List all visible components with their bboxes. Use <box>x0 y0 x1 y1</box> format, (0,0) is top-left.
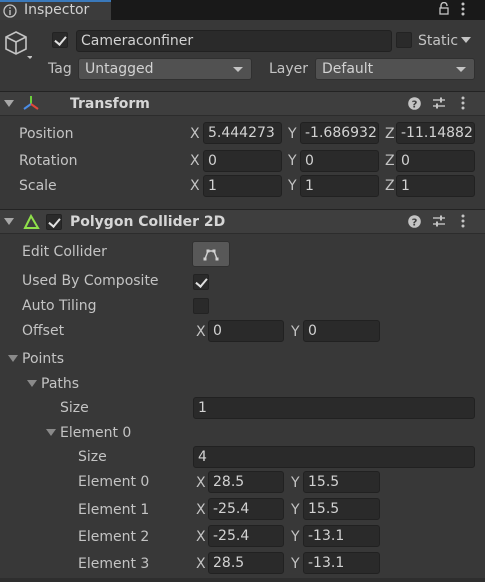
lock-icon[interactable] <box>439 2 449 15</box>
position-z-axis-label[interactable]: Z <box>385 125 395 143</box>
used-by-composite-checkbox[interactable] <box>193 274 209 290</box>
presets-sliders-icon[interactable] <box>432 96 446 110</box>
rotation-z-axis-label[interactable]: Z <box>385 152 395 170</box>
tag-dropdown[interactable]: Untagged <box>78 58 252 80</box>
used-by-composite-label: Used By Composite <box>22 273 159 289</box>
static-label[interactable]: Static <box>418 32 458 50</box>
rotation-label: Rotation <box>19 153 78 169</box>
help-icon[interactable]: ? <box>408 215 421 228</box>
point-y-field[interactable]: 15.5 <box>303 471 380 493</box>
collider-enabled-checkbox[interactable] <box>46 214 62 230</box>
scale-label: Scale <box>19 178 57 194</box>
rotation-x-field[interactable]: 0 <box>203 150 282 172</box>
transform-title: Transform <box>70 96 150 112</box>
collider-foldout-icon[interactable] <box>4 218 14 225</box>
gameobject-cube-icon <box>5 31 32 59</box>
position-x-field[interactable]: 5.444273 <box>203 122 282 144</box>
active-checkbox[interactable] <box>52 32 68 48</box>
component-menu-icon[interactable] <box>461 96 465 110</box>
transform-foldout-icon[interactable] <box>4 100 14 107</box>
element-size-label: Size <box>78 449 107 465</box>
point-y-field[interactable]: -13.1 <box>303 552 380 574</box>
scroll-edge <box>0 578 485 582</box>
position-y-field[interactable]: -1.686932 <box>300 122 379 144</box>
point-x-axis-label[interactable]: X <box>196 555 206 573</box>
static-checkbox[interactable] <box>396 32 412 48</box>
component-menu-icon[interactable] <box>461 214 465 228</box>
edit-shape-icon <box>203 249 219 261</box>
point-x-axis-label[interactable]: X <box>196 528 206 546</box>
point-y-axis-label[interactable]: Y <box>291 528 300 546</box>
help-icon[interactable]: ? <box>408 97 421 110</box>
svg-text:?: ? <box>412 217 418 228</box>
point-element-label: Element 3 <box>78 556 150 572</box>
collider-title: Polygon Collider 2D <box>70 214 226 230</box>
edit-collider-label: Edit Collider <box>22 244 107 260</box>
inspector-window: Inspector Cameraconfiner Static Tag Unta… <box>0 0 485 582</box>
scale-y-field[interactable]: 1 <box>300 175 379 197</box>
points-foldout-icon[interactable] <box>8 355 18 362</box>
scale-x-field[interactable]: 1 <box>203 175 282 197</box>
point-x-field[interactable]: 28.5 <box>208 552 284 574</box>
element-size-field[interactable]: 4 <box>193 446 475 468</box>
object-name-field[interactable]: Cameraconfiner <box>76 30 392 52</box>
tag-label: Tag <box>48 61 72 77</box>
auto-tiling-checkbox[interactable] <box>193 298 209 314</box>
paths-label[interactable]: Paths <box>41 375 79 393</box>
point-x-field[interactable]: 28.5 <box>208 471 284 493</box>
rotation-z-field[interactable]: 0 <box>396 150 475 172</box>
points-label[interactable]: Points <box>22 350 64 368</box>
transform-axes-icon <box>23 96 39 110</box>
layer-label: Layer <box>269 61 309 77</box>
position-y-axis-label[interactable]: Y <box>288 125 297 143</box>
point-element-label: Element 1 <box>78 502 150 518</box>
auto-tiling-label: Auto Tiling <box>22 298 97 314</box>
point-y-axis-label[interactable]: Y <box>291 501 300 519</box>
position-label: Position <box>19 126 74 142</box>
chevron-down-icon <box>233 67 243 72</box>
tab-label: Inspector <box>24 2 90 18</box>
layer-value: Default <box>322 61 374 77</box>
rotation-x-axis-label[interactable]: X <box>190 152 200 170</box>
element0-foldout-icon[interactable] <box>46 429 56 436</box>
point-y-axis-label[interactable]: Y <box>291 474 300 492</box>
rotation-y-axis-label[interactable]: Y <box>288 152 297 170</box>
point-element-label: Element 0 <box>78 474 150 490</box>
edit-collider-button[interactable] <box>192 241 230 267</box>
path-element0-label[interactable]: Element 0 <box>60 424 131 442</box>
position-x-axis-label[interactable]: X <box>190 125 200 143</box>
paths-size-label: Size <box>60 400 89 416</box>
point-x-field[interactable]: -25.4 <box>208 525 284 547</box>
tag-value: Untagged <box>85 61 154 77</box>
point-x-field[interactable]: -25.4 <box>208 498 284 520</box>
offset-y-axis-label[interactable]: Y <box>291 323 300 341</box>
tab-inspector[interactable]: Inspector <box>0 0 111 20</box>
info-icon <box>3 4 17 18</box>
offset-x-axis-label[interactable]: X <box>196 323 206 341</box>
offset-label: Offset <box>22 323 65 339</box>
paths-size-field[interactable]: 1 <box>193 397 475 419</box>
scale-x-axis-label[interactable]: X <box>190 177 200 195</box>
point-element-label: Element 2 <box>78 529 150 545</box>
point-y-field[interactable]: -13.1 <box>303 525 380 547</box>
point-y-axis-label[interactable]: Y <box>291 555 300 573</box>
scale-z-field[interactable]: 1 <box>396 175 475 197</box>
paths-foldout-icon[interactable] <box>27 380 37 387</box>
scale-z-axis-label[interactable]: Z <box>385 177 395 195</box>
static-dropdown-arrow-icon[interactable] <box>461 37 471 43</box>
presets-sliders-icon[interactable] <box>432 214 446 228</box>
point-x-axis-label[interactable]: X <box>196 501 206 519</box>
rotation-y-field[interactable]: 0 <box>300 150 379 172</box>
offset-y-field[interactable]: 0 <box>303 320 380 342</box>
layer-dropdown[interactable]: Default <box>315 58 475 80</box>
polygon-collider-icon <box>23 213 40 229</box>
point-x-axis-label[interactable]: X <box>196 474 206 492</box>
svg-text:?: ? <box>412 99 418 110</box>
point-y-field[interactable]: 15.5 <box>303 498 380 520</box>
offset-x-field[interactable]: 0 <box>208 320 284 342</box>
chevron-down-icon <box>456 67 466 72</box>
scale-y-axis-label[interactable]: Y <box>288 177 297 195</box>
more-options-icon[interactable] <box>461 2 465 16</box>
position-z-field[interactable]: -11.14882 <box>396 122 475 144</box>
